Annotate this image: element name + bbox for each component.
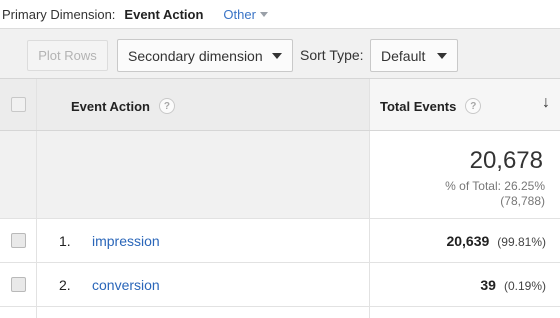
header-total-events-cell[interactable]: Total Events ? ↓ xyxy=(370,79,560,130)
row-events-cell: 39 (0.19%) xyxy=(370,263,560,306)
totals-events-cell: 20,678 % of Total: 26.25% (78,788) xyxy=(370,131,560,218)
total-events-header-label: Total Events xyxy=(380,98,457,114)
total-events-percent: % of Total: 26.25% xyxy=(445,179,545,193)
totals-row: 20,678 % of Total: 26.25% (78,788) xyxy=(0,131,560,219)
primary-dimension-label: Primary Dimension: xyxy=(2,6,116,22)
row-events-percent: (99.81%) xyxy=(497,235,546,249)
table-bottom-edge xyxy=(0,307,560,318)
secondary-dimension-select[interactable]: Secondary dimension xyxy=(117,39,293,72)
event-action-link[interactable]: conversion xyxy=(92,277,160,293)
header-check-cell xyxy=(0,79,37,130)
total-events-header: Total Events ? xyxy=(380,98,482,114)
totals-action-cell xyxy=(37,131,370,218)
table-row: 1. impression 20,639 (99.81%) xyxy=(0,219,560,263)
sort-descending-icon[interactable]: ↓ xyxy=(542,94,550,112)
row-action-cell: 2. conversion xyxy=(37,263,370,306)
table-header-row: Event Action ? Total Events ? ↓ xyxy=(0,79,560,131)
secondary-dimension-label: Secondary dimension xyxy=(128,47,263,64)
row-events-percent: (0.19%) xyxy=(503,279,546,293)
sort-type-value: Default xyxy=(381,47,426,64)
row-checkbox[interactable] xyxy=(11,233,26,248)
row-total-events: 39 (0.19%) xyxy=(480,277,546,293)
bottom-action-cell xyxy=(37,307,370,318)
help-icon[interactable]: ? xyxy=(465,98,482,114)
other-dimension-label: Other xyxy=(223,6,256,22)
event-action-header: Event Action ? xyxy=(71,98,175,114)
row-check-cell xyxy=(0,219,37,262)
primary-dimension-current: Event Action xyxy=(124,6,204,22)
caret-down-icon xyxy=(437,53,447,59)
total-events-absolute: (78,788) xyxy=(500,194,545,208)
plot-rows-button[interactable]: Plot Rows xyxy=(27,40,108,71)
sort-type-label: Sort Type: xyxy=(300,47,364,63)
row-action-cell: 1. impression xyxy=(37,219,370,262)
help-icon[interactable]: ? xyxy=(158,98,175,114)
table-toolbar: Plot Rows Secondary dimension Sort Type:… xyxy=(0,28,560,78)
header-event-action-cell[interactable]: Event Action ? xyxy=(37,79,370,130)
row-events-count: 39 xyxy=(480,277,496,293)
row-index: 1. xyxy=(59,233,71,249)
report-table: Event Action ? Total Events ? ↓ 20,678 %… xyxy=(0,78,560,318)
primary-dimension-bar: Primary Dimension: Event Action Other xyxy=(0,0,560,28)
bottom-check-cell xyxy=(0,307,37,318)
row-check-cell xyxy=(0,263,37,306)
select-all-checkbox[interactable] xyxy=(11,97,26,112)
chevron-down-icon xyxy=(259,12,268,17)
row-index: 2. xyxy=(59,277,71,293)
row-checkbox[interactable] xyxy=(11,277,26,292)
totals-check-cell xyxy=(0,131,37,218)
other-dimension-dropdown[interactable]: Other xyxy=(223,7,268,22)
event-action-header-label: Event Action xyxy=(71,98,150,114)
row-total-events: 20,639 (99.81%) xyxy=(446,233,546,249)
table-row: 2. conversion 39 (0.19%) xyxy=(0,263,560,307)
caret-down-icon xyxy=(272,53,282,59)
event-action-link[interactable]: impression xyxy=(92,233,160,249)
sort-type-select[interactable]: Default xyxy=(370,39,458,72)
row-events-cell: 20,639 (99.81%) xyxy=(370,219,560,262)
row-events-count: 20,639 xyxy=(446,233,490,249)
total-events-value: 20,678 xyxy=(469,147,543,174)
